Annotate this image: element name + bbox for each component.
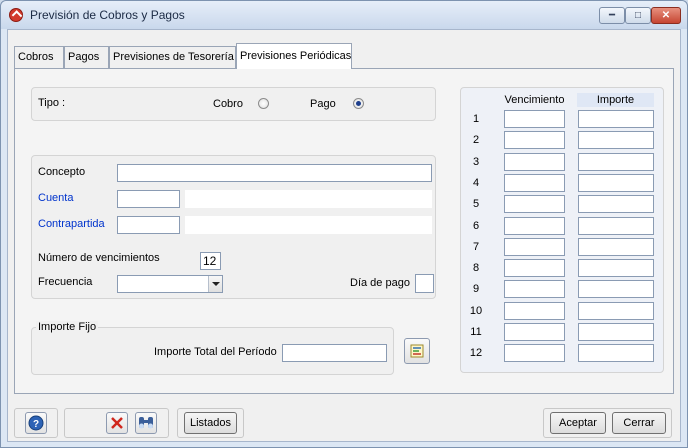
importe-input[interactable] (578, 174, 654, 192)
contrapartida-code-input[interactable] (117, 216, 180, 234)
chevron-down-icon[interactable] (208, 276, 222, 292)
importe-input[interactable] (578, 238, 654, 256)
importe-input[interactable] (578, 344, 654, 362)
help-icon: ? (28, 415, 44, 431)
importe-fijo-group: Importe Fijo Importe Total del Período (31, 321, 394, 375)
delete-button[interactable] (106, 412, 128, 434)
cuenta-label[interactable]: Cuenta (38, 192, 73, 204)
binoculars-icon (139, 417, 153, 429)
schedule-row-number: 9 (472, 283, 480, 295)
cobro-label: Cobro (213, 98, 243, 110)
vencimiento-input[interactable] (504, 153, 565, 171)
vencimiento-input[interactable] (504, 110, 565, 128)
window-title: Previsión de Cobros y Pagos (30, 8, 185, 22)
importe-input[interactable] (578, 153, 654, 171)
pago-radio[interactable] (353, 98, 364, 109)
app-icon (9, 8, 23, 22)
schedule-row-number: 7 (472, 241, 480, 253)
schedule-row-number: 3 (472, 156, 480, 168)
vencimiento-input[interactable] (504, 238, 565, 256)
listados-group: Listados (177, 408, 244, 438)
dia-pago-label: Día de pago (350, 277, 410, 289)
cuenta-name-field (185, 190, 432, 208)
dialog-buttons-group: Aceptar Cerrar (543, 408, 672, 438)
schedule-row-number: 12 (469, 347, 483, 359)
tab-cobros[interactable]: Cobros (14, 46, 64, 68)
num-vencimientos-label: Número de vencimientos (38, 252, 160, 264)
vencimiento-input[interactable] (504, 302, 565, 320)
tipo-label: Tipo : (38, 97, 66, 109)
frecuencia-label: Frecuencia (38, 276, 93, 288)
schedule-row-number: 4 (472, 177, 480, 189)
col-header-importe: Importe (577, 93, 654, 107)
vencimiento-input[interactable] (504, 131, 565, 149)
importe-input[interactable] (578, 131, 654, 149)
col-header-vencimiento: Vencimiento (504, 94, 565, 106)
action-icons-group (64, 408, 169, 438)
client-area: Cobros Pagos Previsiones de Tesorería Pr… (7, 29, 681, 442)
svg-text:?: ? (33, 419, 39, 430)
schedule-row-number: 5 (472, 198, 480, 210)
importe-input[interactable] (578, 195, 654, 213)
contrapartida-label[interactable]: Contrapartida (38, 218, 105, 230)
minimize-button[interactable]: ━ (599, 7, 625, 24)
tab-previsiones-tesoreria[interactable]: Previsiones de Tesorería (109, 46, 236, 68)
aceptar-button[interactable]: Aceptar (550, 412, 606, 434)
importe-input[interactable] (578, 110, 654, 128)
importe-input[interactable] (578, 302, 654, 320)
vencimiento-input[interactable] (504, 174, 565, 192)
help-button[interactable]: ? (25, 412, 47, 434)
tab-panel-previsiones-periodicas: Tipo : Cobro Pago Concepto Cuenta Contra… (14, 68, 674, 394)
schedule-row-number: 6 (472, 220, 480, 232)
schedule-row-number: 11 (470, 326, 482, 338)
delete-x-icon (111, 417, 123, 429)
importe-total-label: Importe Total del Período (154, 346, 277, 358)
pago-label: Pago (310, 98, 336, 110)
schedule-row-number: 8 (472, 262, 480, 274)
concepto-input[interactable] (117, 164, 432, 182)
calculate-button[interactable] (404, 338, 430, 364)
schedule-row-number: 1 (472, 113, 480, 125)
cerrar-button[interactable]: Cerrar (612, 412, 666, 434)
importe-total-input[interactable] (282, 344, 387, 362)
cobro-radio[interactable] (258, 98, 269, 109)
importe-input[interactable] (578, 259, 654, 277)
search-button[interactable] (135, 412, 157, 434)
schedule-row-number: 2 (472, 134, 480, 146)
importe-fijo-legend: Importe Fijo (36, 321, 99, 333)
main-window: Previsión de Cobros y Pagos ━ □ ✕ Cobros… (0, 0, 688, 448)
vencimiento-input[interactable] (504, 259, 565, 277)
tab-previsiones-periodicas[interactable]: Previsiones Periódicas (236, 43, 352, 69)
vencimiento-input[interactable] (504, 195, 565, 213)
vencimiento-input[interactable] (504, 217, 565, 235)
importe-input[interactable] (578, 217, 654, 235)
vencimiento-input[interactable] (504, 323, 565, 341)
close-window-button[interactable]: ✕ (651, 7, 681, 24)
tab-pagos[interactable]: Pagos (64, 46, 109, 68)
importe-input[interactable] (578, 280, 654, 298)
frecuencia-select[interactable] (117, 275, 223, 293)
help-group: ? (14, 408, 58, 438)
listados-button[interactable]: Listados (184, 412, 237, 434)
tipo-group: Tipo : Cobro Pago (31, 87, 436, 121)
maximize-button[interactable]: □ (625, 7, 651, 24)
importe-input[interactable] (578, 323, 654, 341)
title-bar: Previsión de Cobros y Pagos ━ □ ✕ (1, 1, 687, 29)
cuenta-code-input[interactable] (117, 190, 180, 208)
schedule-grid: Vencimiento Importe 1 2 3 4 5 6 7 8 9 10 11 12 (460, 87, 664, 373)
concepto-label: Concepto (38, 166, 86, 178)
table-calc-icon (410, 344, 424, 358)
num-vencimientos-input[interactable]: 12 (200, 252, 221, 270)
contrapartida-name-field (185, 216, 432, 234)
datos-group: Concepto Cuenta Contrapartida Número de … (31, 155, 436, 299)
dia-pago-input[interactable] (415, 274, 434, 293)
vencimiento-input[interactable] (504, 280, 565, 298)
vencimiento-input[interactable] (504, 344, 565, 362)
schedule-row-number: 10 (469, 305, 483, 317)
